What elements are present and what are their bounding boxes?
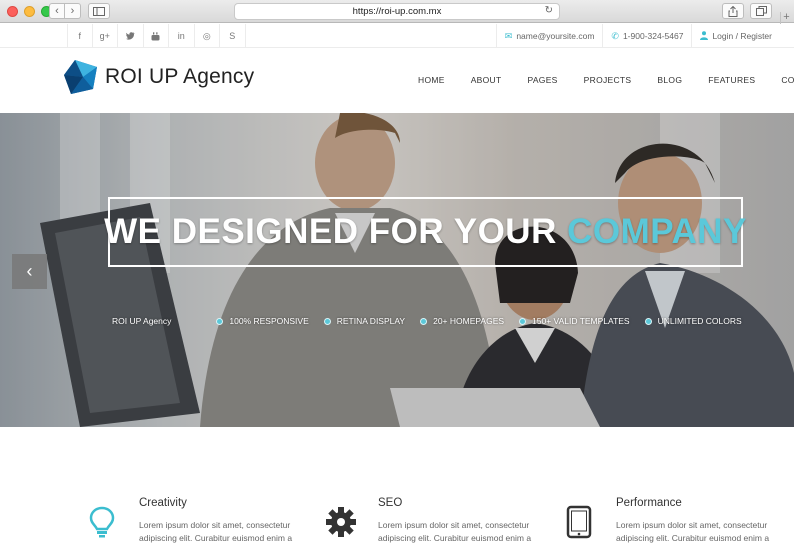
main-menu: HOME ABOUT PAGES PROJECTS BLOG FEATURES … [418,75,794,85]
user-icon [700,30,709,42]
reload-icon[interactable]: ↻ [545,5,553,16]
site-logo[interactable]: ROI UP Agency [63,59,254,95]
service-title: Performance [616,497,682,509]
phone-icon: ✆ [611,30,619,41]
feature-label: RETINA DISPLAY [336,316,406,326]
history-nav: ‹ › [49,3,81,19]
feature-label: 100% RESPONSIVE [229,316,309,326]
phone-link[interactable]: ✆ 1-900-324-5467 [602,24,691,48]
twitter-icon[interactable] [118,24,144,48]
feature-label: 20+ HOMEPAGES [433,316,505,326]
gear-icon [326,507,356,537]
google-plus-icon[interactable]: g+ [93,24,118,48]
chevron-left-icon: ‹ [26,261,33,281]
bullet-icon [644,317,652,325]
menu-item-features[interactable]: FEATURES [708,75,755,85]
menu-item-pages[interactable]: PAGES [527,75,557,85]
minimize-window-button[interactable] [24,6,35,17]
service-text: Lorem ipsum dolor sit amet, consectetur … [616,520,770,543]
slider-prev-button[interactable]: ‹ [12,254,47,289]
tablet-icon [566,505,592,539]
service-text: Lorem ipsum dolor sit amet, consectetur … [139,520,293,543]
menu-item-projects[interactable]: PROJECTS [584,75,632,85]
show-tabs-button[interactable] [750,3,772,19]
forward-button[interactable]: › [65,3,81,19]
feature-item: 20+ HOMEPAGES [420,316,504,326]
bullet-icon [519,317,527,325]
email-text: name@yoursite.com [516,31,595,41]
site-header: ROI UP Agency HOME ABOUT PAGES PROJECTS … [0,49,794,113]
close-window-button[interactable] [7,6,18,17]
address-bar[interactable]: https://roi-up.com.mx ↻ [234,3,560,20]
chevron-left-icon: ‹ [55,5,59,17]
feature-item: 150+ VALID TEMPLATES [519,316,630,326]
service-title: Creativity [139,497,187,509]
browser-toolbar: ‹ › https://roi-up.com.mx ↻ + [0,0,794,24]
hero-headline-box: WE DESIGNED FOR YOUR COMPANY [104,197,746,267]
services-section: Creativity Lorem ipsum dolor sit amet, c… [0,427,794,550]
tabs-icon [755,6,767,16]
hero-brand: ROI UP Agency [112,316,172,326]
hero-slider: WE DESIGNED FOR YOUR COMPANY ROI UP Agen… [0,113,794,427]
lightbulb-icon [89,506,115,538]
sidebar-icon [93,6,105,16]
sidebar-toggle-button[interactable] [88,3,110,19]
bullet-icon [323,317,331,325]
login-link[interactable]: Login / Register [691,24,780,48]
linkedin-icon[interactable]: in [169,24,195,48]
feature-item: 100% RESPONSIVE [216,316,309,326]
feature-label: 150+ VALID TEMPLATES [532,316,630,326]
feature-label: UNLIMITED COLORS [657,316,742,326]
service-title: SEO [378,497,403,509]
menu-item-blog[interactable]: BLOG [657,75,682,85]
dribbble-icon[interactable]: ◎ [195,24,220,48]
feature-item: RETINA DISPLAY [323,316,406,326]
bullet-icon [420,317,428,325]
headline-accent: COMPANY [567,212,747,251]
menu-item-contact[interactable]: CONTACT [781,75,794,85]
logo-text: ROI UP Agency [105,65,255,88]
login-text: Login / Register [712,31,772,41]
chevron-right-icon: › [70,5,75,17]
youtube-icon[interactable] [144,24,169,48]
contact-info: ✉ name@yoursite.com ✆ 1-900-324-5467 Login… [495,24,780,48]
share-button[interactable] [722,3,744,19]
headline-main: WE DESIGNED FOR YOUR [104,212,568,251]
logo-icon [64,60,97,94]
envelope-icon: ✉ [504,30,513,41]
social-links: f g+ in ◎ S [67,24,246,48]
phone-text: 1-900-324-5467 [622,31,684,41]
service-text: Lorem ipsum dolor sit amet, consectetur … [378,520,532,543]
menu-item-home[interactable]: HOME [418,75,445,85]
email-link[interactable]: ✉ name@yoursite.com [495,24,603,48]
facebook-icon[interactable]: f [67,24,93,48]
bullet-icon [216,317,224,325]
share-icon [728,5,738,17]
top-bar: f g+ in ◎ S ✉ name@yoursite.com ✆ 1-900-32… [0,24,794,48]
back-button[interactable]: ‹ [49,3,65,19]
skype-icon[interactable]: S [220,24,246,48]
feature-item: UNLIMITED COLORS [644,316,742,326]
hero-overlay [0,113,794,427]
menu-item-about[interactable]: ABOUT [471,75,502,85]
url-text: https://roi-up.com.mx [352,6,442,17]
window-controls [7,6,52,17]
hero-features: ROI UP Agency 100% RESPONSIVE RETINA DIS… [112,316,757,326]
new-tab-button[interactable]: + [780,12,792,24]
hero-headline: WE DESIGNED FOR YOUR COMPANY [104,212,747,252]
